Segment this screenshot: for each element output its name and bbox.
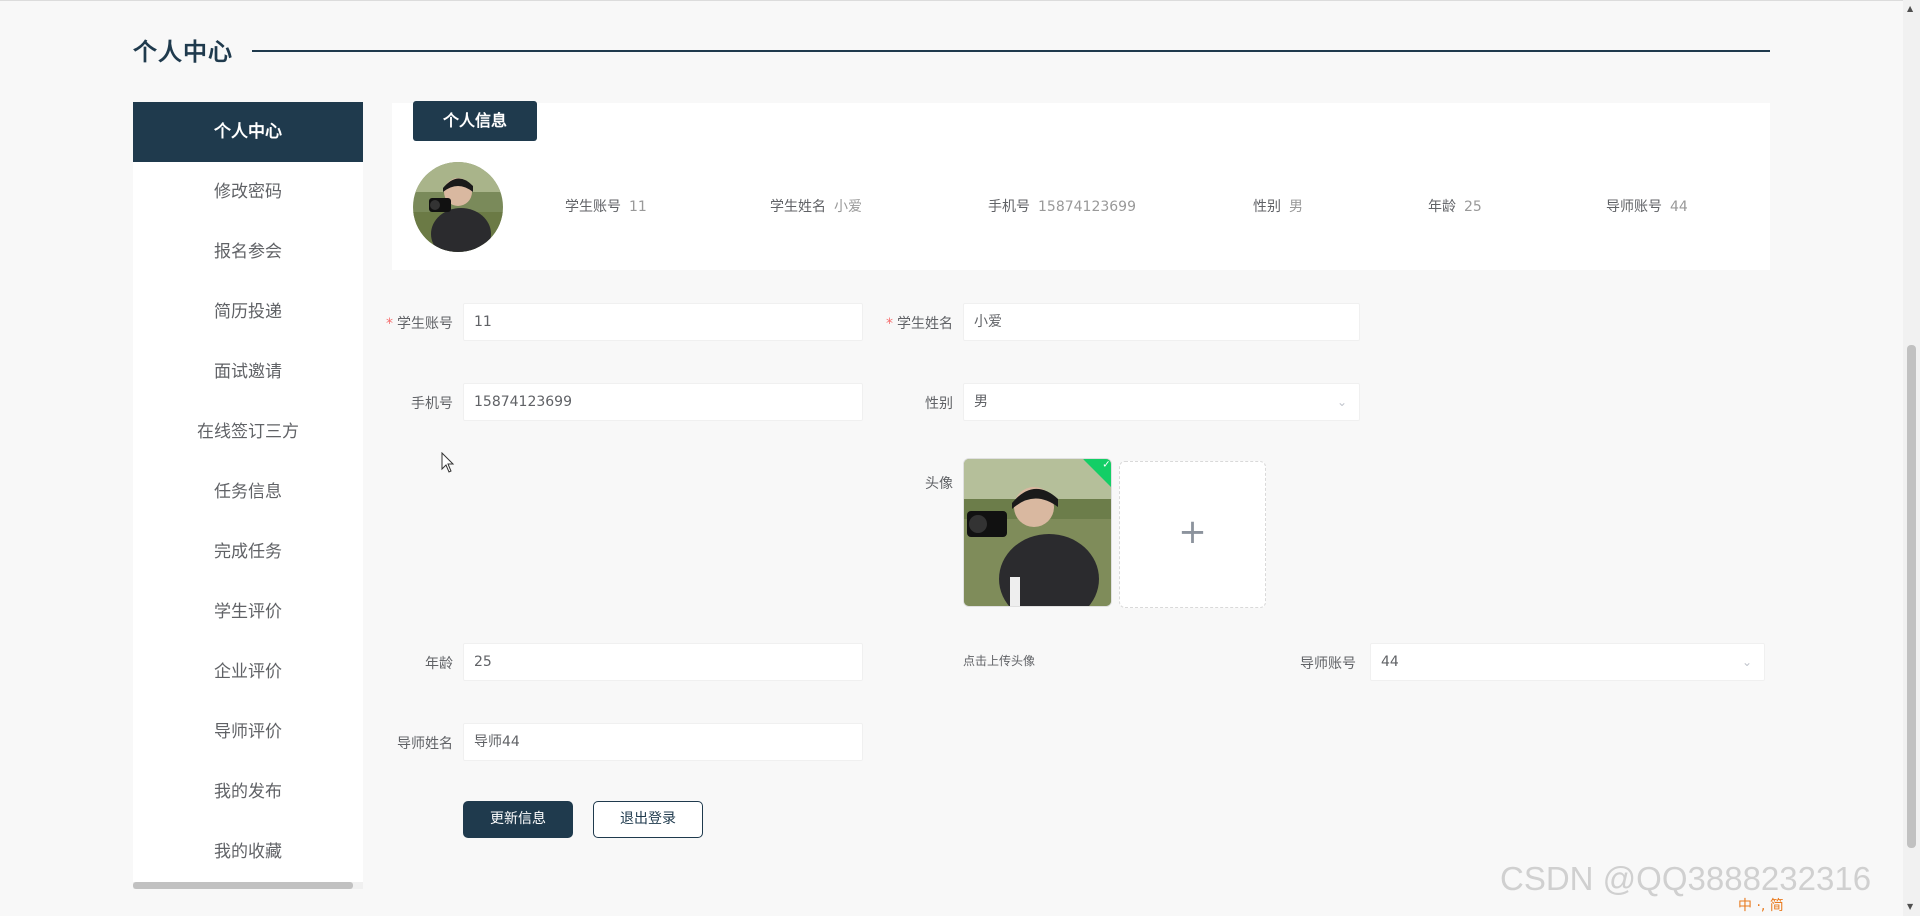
scroll-down-icon[interactable]: ▼	[1907, 902, 1913, 911]
sidebar-item-conference-signup[interactable]: 报名参会	[133, 222, 363, 282]
top-border	[0, 0, 1920, 1]
sidebar-item-my-favorites[interactable]: 我的收藏	[133, 822, 363, 882]
ime-toolbar[interactable]: 中 ·, 简	[1738, 895, 1784, 915]
page-scrollbar[interactable]: ▲ ▼	[1903, 0, 1920, 916]
avatar-preview-photo	[964, 459, 1111, 606]
sidebar-scrollbar-thumb[interactable]	[133, 882, 353, 889]
tutor-name-input[interactable]: 导师44	[463, 723, 863, 761]
avatar-photo	[413, 162, 503, 252]
avatar-upload-preview[interactable]: ✓	[963, 458, 1112, 607]
profile-summary-card	[392, 103, 1770, 270]
gender-select-value: 男	[974, 394, 988, 410]
tutor-name-label: 导师姓名	[397, 736, 453, 752]
info-value: 男	[1289, 199, 1303, 215]
mouse-cursor-icon	[441, 452, 455, 473]
info-label: 手机号	[988, 199, 1030, 215]
age-label: 年龄	[425, 656, 453, 672]
info-label: 年龄	[1428, 199, 1456, 215]
student-name-input[interactable]: 小爱	[963, 303, 1360, 341]
sidebar-item-change-password[interactable]: 修改密码	[133, 162, 363, 222]
chevron-down-icon: ⌄	[1741, 655, 1752, 669]
info-student-account: 学生账号 11	[565, 196, 647, 216]
sidebar-menu: 个人中心 修改密码 报名参会 简历投递 面试邀请 在线签订三方 任务信息 完成任…	[133, 102, 363, 882]
sidebar-item-resume-delivery[interactable]: 简历投递	[133, 282, 363, 342]
watermark: CSDN @QQ3888232316	[1500, 860, 1872, 897]
tutor-account-select[interactable]: 44 ⌄	[1370, 643, 1765, 681]
age-input[interactable]: 25	[463, 643, 863, 681]
tutor-account-select-value: 44	[1381, 654, 1399, 670]
avatar	[413, 162, 503, 252]
title-divider	[252, 50, 1770, 52]
phone-input[interactable]: 15874123699	[463, 383, 863, 421]
student-account-input[interactable]: 11	[463, 303, 863, 341]
info-age: 年龄 25	[1428, 196, 1482, 216]
student-account-label-text: 学生账号	[397, 316, 453, 332]
info-phone: 手机号 15874123699	[988, 196, 1136, 216]
gender-select[interactable]: 男 ⌄	[963, 383, 1360, 421]
sidebar-item-task-info[interactable]: 任务信息	[133, 462, 363, 522]
info-label: 导师账号	[1606, 199, 1662, 215]
student-account-label: * 学生账号	[386, 313, 453, 333]
page-scrollbar-thumb[interactable]	[1907, 345, 1916, 848]
sidebar-item-personal-center[interactable]: 个人中心	[133, 102, 363, 162]
logout-button[interactable]: 退出登录	[593, 801, 703, 838]
avatar-upload-add-button[interactable]: +	[1119, 461, 1266, 608]
check-icon: ✓	[1102, 459, 1111, 471]
info-label: 学生姓名	[770, 199, 826, 215]
info-student-name: 学生姓名 小爱	[770, 196, 862, 216]
student-name-label-text: 学生姓名	[897, 316, 953, 332]
sidebar-item-student-review[interactable]: 学生评价	[133, 582, 363, 642]
required-mark: *	[386, 316, 393, 332]
scroll-up-icon[interactable]: ▲	[1907, 4, 1913, 13]
sidebar-item-complete-task[interactable]: 完成任务	[133, 522, 363, 582]
info-value: 11	[629, 199, 647, 215]
info-label: 学生账号	[565, 199, 621, 215]
info-value: 小爱	[834, 199, 862, 215]
info-value: 15874123699	[1038, 199, 1136, 215]
sidebar-item-company-review[interactable]: 企业评价	[133, 642, 363, 702]
tab-personal-info[interactable]: 个人信息	[413, 101, 537, 141]
phone-label: 手机号	[411, 396, 453, 412]
sidebar-item-online-agreement[interactable]: 在线签订三方	[133, 402, 363, 462]
chevron-down-icon: ⌄	[1336, 395, 1347, 409]
info-value: 25	[1464, 199, 1482, 215]
info-gender: 性别男	[1253, 196, 1303, 216]
page-title: 个人中心	[133, 38, 233, 66]
update-info-button[interactable]: 更新信息	[463, 801, 573, 838]
sidebar-item-my-posts[interactable]: 我的发布	[133, 762, 363, 822]
sidebar-scrollbar[interactable]	[133, 882, 363, 889]
required-mark: *	[886, 316, 893, 332]
tutor-account-label: 导师账号	[1300, 656, 1356, 672]
avatar-label: 头像	[925, 476, 953, 492]
gender-label: 性别	[925, 396, 953, 412]
avatar-upload-tip: 点击上传头像	[963, 654, 1036, 668]
info-label: 性别	[1253, 199, 1281, 215]
sidebar-item-tutor-review[interactable]: 导师评价	[133, 702, 363, 762]
info-tutor-account: 导师账号 44	[1606, 196, 1688, 216]
student-name-label: * 学生姓名	[886, 313, 953, 333]
sidebar-item-interview-invitation[interactable]: 面试邀请	[133, 342, 363, 402]
info-value: 44	[1670, 199, 1688, 215]
